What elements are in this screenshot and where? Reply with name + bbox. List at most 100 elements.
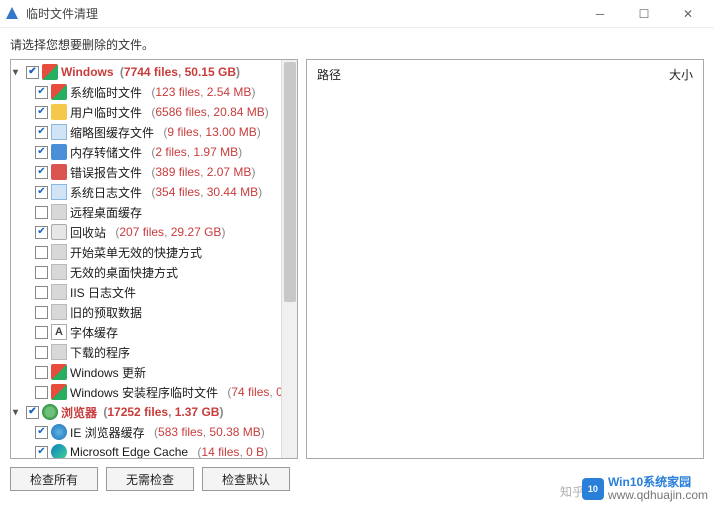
tree-item[interactable]: 远程桌面缓存 [11,202,297,222]
checkbox[interactable] [35,86,48,99]
tree-item[interactable]: 系统临时文件 (123 files, 2.54 MB) [11,82,297,102]
checkbox[interactable] [35,346,48,359]
instruction-text: 请选择您想要删除的文件。 [0,28,714,59]
window-controls: ─ ☐ ✕ [586,4,710,24]
item-icon [51,244,67,260]
item-icon [51,224,67,240]
item-icon [51,364,67,380]
titlebar: 临时文件清理 ─ ☐ ✕ [0,0,714,28]
brand-name: Win10系统家园 [608,476,708,489]
tree-item[interactable]: Windows 安装程序临时文件 (74 files, 0 E [11,382,297,402]
brand-logo-icon: 10 [582,478,604,500]
scrollbar[interactable] [281,60,297,458]
item-label: 下载的程序 [70,344,130,361]
checkbox[interactable] [35,326,48,339]
item-icon [51,204,67,220]
group-stats: (17252 files, 1.37 GB) [100,405,223,419]
check-default-button[interactable]: 检查默认 [202,467,290,491]
checkbox[interactable] [35,306,48,319]
expander-icon[interactable]: ▾ [13,67,23,78]
checkbox[interactable] [35,286,48,299]
checkbox[interactable] [35,386,48,399]
item-label: 开始菜单无效的快捷方式 [70,244,202,261]
checkbox[interactable] [35,426,48,439]
tree-item[interactable]: 回收站 (207 files, 29.27 GB) [11,222,297,242]
brand-watermark: 10 Win10系统家园 www.qdhuajin.com [582,476,708,502]
item-icon [51,144,67,160]
checkbox[interactable] [35,186,48,199]
checkbox[interactable] [35,206,48,219]
tree-item[interactable]: 下载的程序 [11,342,297,362]
item-icon [51,304,67,320]
tree-item[interactable]: 旧的预取数据 [11,302,297,322]
item-icon [51,344,67,360]
item-label: Windows 安装程序临时文件 [70,384,218,401]
close-button[interactable]: ✕ [674,4,702,24]
item-icon [51,384,67,400]
item-label: 字体缓存 [70,324,118,341]
brand-url: www.qdhuajin.com [608,489,708,502]
tree-item[interactable]: A字体缓存 [11,322,297,342]
tree-item[interactable]: 无效的桌面快捷方式 [11,262,297,282]
checkbox[interactable] [26,406,39,419]
item-label: 内存转储文件 [70,144,142,161]
group-stats: (7744 files, 50.15 GB) [117,65,240,79]
item-icon [51,284,67,300]
checkbox[interactable] [35,146,48,159]
group-icon [42,64,58,80]
tree-item[interactable]: 用户临时文件 (6586 files, 20.84 MB) [11,102,297,122]
item-icon: A [51,324,67,340]
tree-group[interactable]: ▾ 浏览器 (17252 files, 1.37 GB) [11,402,297,422]
checkbox[interactable] [35,446,48,459]
scroll-thumb[interactable] [284,62,296,302]
checkbox[interactable] [35,226,48,239]
tree-item[interactable]: 缩略图缓存文件 (9 files, 13.00 MB) [11,122,297,142]
item-label: 旧的预取数据 [70,304,142,321]
tree-group[interactable]: ▾ Windows (7744 files, 50.15 GB) [11,62,297,82]
item-label: 无效的桌面快捷方式 [70,264,178,281]
checkbox[interactable] [35,246,48,259]
item-icon [51,124,67,140]
item-label: 缩略图缓存文件 [70,124,154,141]
group-label: 浏览器 [61,404,97,421]
maximize-button[interactable]: ☐ [630,4,658,24]
item-icon [51,104,67,120]
file-tree[interactable]: ▾ Windows (7744 files, 50.15 GB) 系统临时文件 (1… [11,60,297,458]
minimize-button[interactable]: ─ [586,4,614,24]
tree-panel: ▾ Windows (7744 files, 50.15 GB) 系统临时文件 (1… [10,59,298,459]
item-icon [51,264,67,280]
check-all-button[interactable]: 检查所有 [10,467,98,491]
item-label: 回收站 [70,224,106,241]
checkbox[interactable] [35,266,48,279]
app-icon [4,6,20,22]
checkbox[interactable] [35,106,48,119]
details-header: 路径 大小 [307,60,703,89]
item-icon [51,424,67,440]
tree-item[interactable]: 内存转储文件 (2 files, 1.97 MB) [11,142,297,162]
window-title: 临时文件清理 [26,5,586,22]
tree-item[interactable]: 系统日志文件 (354 files, 30.44 MB) [11,182,297,202]
tree-item[interactable]: IIS 日志文件 [11,282,297,302]
check-none-button[interactable]: 无需检查 [106,467,194,491]
tree-item[interactable]: IE 浏览器缓存 (583 files, 50.38 MB) [11,422,297,442]
column-size[interactable]: 大小 [669,66,693,83]
item-label: 远程桌面缓存 [70,204,142,221]
column-path[interactable]: 路径 [317,66,669,83]
item-icon [51,84,67,100]
checkbox[interactable] [35,366,48,379]
item-label: IE 浏览器缓存 [70,424,145,441]
checkbox[interactable] [35,166,48,179]
item-label: 系统临时文件 [70,84,142,101]
item-icon [51,184,67,200]
tree-item[interactable]: Microsoft Edge Cache (14 files, 0 B) [11,442,297,458]
details-panel: 路径 大小 [306,59,704,459]
expander-icon[interactable]: ▾ [13,407,23,418]
tree-item[interactable]: Windows 更新 [11,362,297,382]
group-label: Windows [61,65,114,79]
checkbox[interactable] [35,126,48,139]
tree-item[interactable]: 开始菜单无效的快捷方式 [11,242,297,262]
item-label: 用户临时文件 [70,104,142,121]
tree-item[interactable]: 错误报告文件 (389 files, 2.07 MB) [11,162,297,182]
item-label: IIS 日志文件 [70,284,136,301]
checkbox[interactable] [26,66,39,79]
